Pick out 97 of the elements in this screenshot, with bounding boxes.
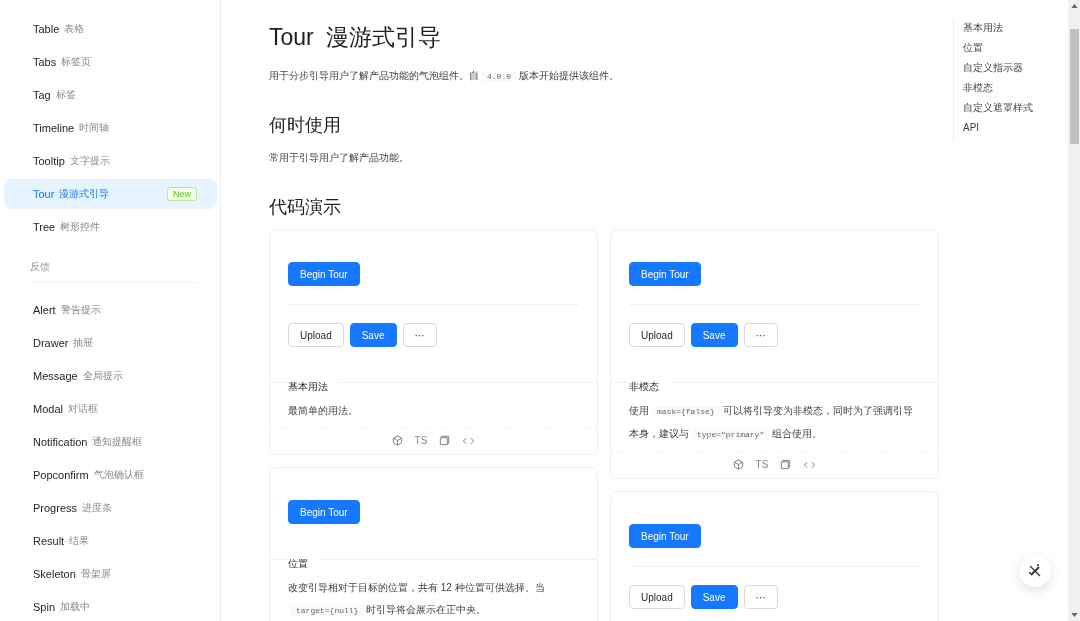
- item-label: Tour: [33, 188, 55, 200]
- sidebar-item[interactable]: Skeleton 骨架屏: [4, 559, 217, 589]
- cube-icon[interactable]: [732, 459, 744, 470]
- item-label: Progress: [33, 502, 78, 514]
- sidebar-item[interactable]: Progress 进度条: [4, 493, 217, 523]
- typescript-toggle[interactable]: TS: [414, 435, 428, 446]
- new-tag: New: [167, 187, 197, 201]
- copy-icon[interactable]: [439, 435, 451, 446]
- item-sublabel: 通知提醒框: [92, 435, 143, 449]
- typescript-toggle[interactable]: TS: [755, 459, 769, 470]
- item-sublabel: 时间轴: [79, 121, 110, 135]
- item-label: Skeleton: [33, 568, 76, 580]
- sidebar-item[interactable]: Spin 加载中: [4, 592, 217, 621]
- item-sublabel: 加载中: [60, 600, 91, 614]
- item-label: Tree: [33, 221, 56, 233]
- item-sublabel: 标签: [55, 88, 76, 102]
- page-title: Tour: [269, 24, 314, 50]
- begin-tour-button[interactable]: Begin Tour: [629, 262, 701, 286]
- item-sublabel: 结果: [69, 534, 90, 548]
- section-heading: 代码演示: [269, 196, 342, 219]
- demo-title: 位置: [288, 558, 318, 569]
- code-icon[interactable]: [462, 435, 476, 446]
- item-label: Drawer: [33, 337, 69, 349]
- more-button[interactable]: ···: [743, 323, 778, 347]
- sidebar-item[interactable]: Modal 对话框: [4, 394, 217, 424]
- section-text: 常用于引导用户了解产品功能。: [269, 151, 410, 165]
- item-sublabel: 树形控件: [60, 220, 101, 234]
- item-sublabel: 漫游式引导: [59, 187, 110, 201]
- upload-button[interactable]: Upload: [629, 323, 685, 347]
- item-sublabel: 骨架屏: [80, 567, 111, 581]
- item-sublabel: 表格: [64, 22, 85, 36]
- toc-link[interactable]: 位置: [963, 40, 1063, 60]
- sidebar-group-label: 反馈: [30, 260, 196, 283]
- toc-link[interactable]: 自定义遮罩样式: [963, 100, 1063, 120]
- item-sublabel: 进度条: [82, 501, 113, 515]
- item-sublabel: 全局提示: [82, 369, 123, 383]
- item-label: Table: [33, 23, 60, 35]
- scroll-down-icon[interactable]: [1070, 613, 1078, 617]
- item-label: Spin: [33, 601, 56, 613]
- item-label: Tooltip: [33, 155, 65, 167]
- item-label: Result: [33, 535, 65, 547]
- sidebar-item[interactable]: Tabs 标签页: [4, 47, 217, 77]
- item-label: Message: [33, 370, 78, 382]
- sidebar-item[interactable]: Tag 标签: [4, 80, 217, 110]
- intro-text: 用于分步引导用户了解产品功能的气泡组件。自 4.0.0 版本开始提供该组件。: [269, 69, 620, 83]
- item-label: Alert: [33, 304, 56, 316]
- demo-description: 最简单的用法。: [288, 404, 359, 418]
- save-button[interactable]: Save: [349, 323, 397, 347]
- sidebar-item[interactable]: Popconfirm 气泡确认框: [4, 460, 217, 490]
- save-button[interactable]: Save: [690, 585, 738, 609]
- toc-link[interactable]: 自定义指示器: [963, 60, 1063, 80]
- sidebar-item[interactable]: Table 表格: [4, 14, 217, 44]
- demo-description: 使用 mask={false} 可以将引导变为非模态，同时为了强调引导本身，建议与 type="primary" 组合使用。: [629, 404, 914, 442]
- sidebar-item[interactable]: Drawer 抽屉: [4, 328, 217, 358]
- code-icon[interactable]: [803, 459, 817, 470]
- save-button[interactable]: Save: [690, 323, 738, 347]
- magic-wand-button[interactable]: [1019, 555, 1051, 587]
- item-label: Notification: [33, 436, 88, 448]
- sidebar-item[interactable]: Tour 漫游式引导 New: [4, 179, 217, 209]
- page-subtitle: 漫游式引导: [325, 24, 441, 50]
- copy-icon[interactable]: [780, 459, 792, 470]
- scrollbar[interactable]: [1068, 0, 1080, 621]
- item-label: Timeline: [33, 122, 75, 134]
- sidebar-item[interactable]: Tooltip 文字提示: [4, 146, 217, 176]
- item-sublabel: 文字提示: [69, 154, 110, 168]
- cube-icon[interactable]: [391, 435, 403, 446]
- item-label: Popconfirm: [33, 469, 89, 481]
- item-label: Tag: [33, 89, 51, 101]
- section-heading: 何时使用: [269, 114, 342, 137]
- upload-button[interactable]: Upload: [629, 585, 685, 609]
- sidebar-item[interactable]: Timeline 时间轴: [4, 113, 217, 143]
- begin-tour-button[interactable]: Begin Tour: [629, 524, 701, 548]
- item-sublabel: 抽屉: [73, 336, 94, 350]
- begin-tour-button[interactable]: Begin Tour: [288, 500, 360, 524]
- demo-title: 非模态: [629, 381, 669, 392]
- demo-description: 改变引导相对于目标的位置，共有 12 种位置可供选择。当 target={null} 时引导将会展示在正中央。: [288, 581, 546, 618]
- sidebar-item[interactable]: Message 全局提示: [4, 361, 217, 391]
- item-label: Tabs: [33, 56, 57, 68]
- item-sublabel: 气泡确认框: [93, 468, 144, 482]
- scrollbar-thumb[interactable]: [1069, 29, 1079, 144]
- more-button[interactable]: ···: [402, 323, 437, 347]
- begin-tour-button[interactable]: Begin Tour: [288, 262, 360, 286]
- item-label: Modal: [33, 403, 63, 415]
- item-sublabel: 标签页: [61, 55, 92, 69]
- scroll-up-icon[interactable]: [1070, 4, 1078, 8]
- toc-link[interactable]: 基本用法: [963, 20, 1063, 40]
- toc-link[interactable]: API: [963, 120, 1063, 140]
- sidebar-item[interactable]: Result 结果: [4, 526, 217, 556]
- sidebar-item[interactable]: Alert 警告提示: [4, 295, 217, 325]
- sidebar-item[interactable]: Notification 通知提醒框: [4, 427, 217, 457]
- item-sublabel: 对话框: [67, 402, 98, 416]
- toc-link[interactable]: 非模态: [963, 80, 1063, 100]
- upload-button[interactable]: Upload: [288, 323, 344, 347]
- sidebar-item[interactable]: Tree 树形控件: [4, 212, 217, 242]
- item-sublabel: 警告提示: [60, 303, 101, 317]
- more-button[interactable]: ···: [743, 585, 778, 609]
- demo-title: 基本用法: [288, 381, 338, 392]
